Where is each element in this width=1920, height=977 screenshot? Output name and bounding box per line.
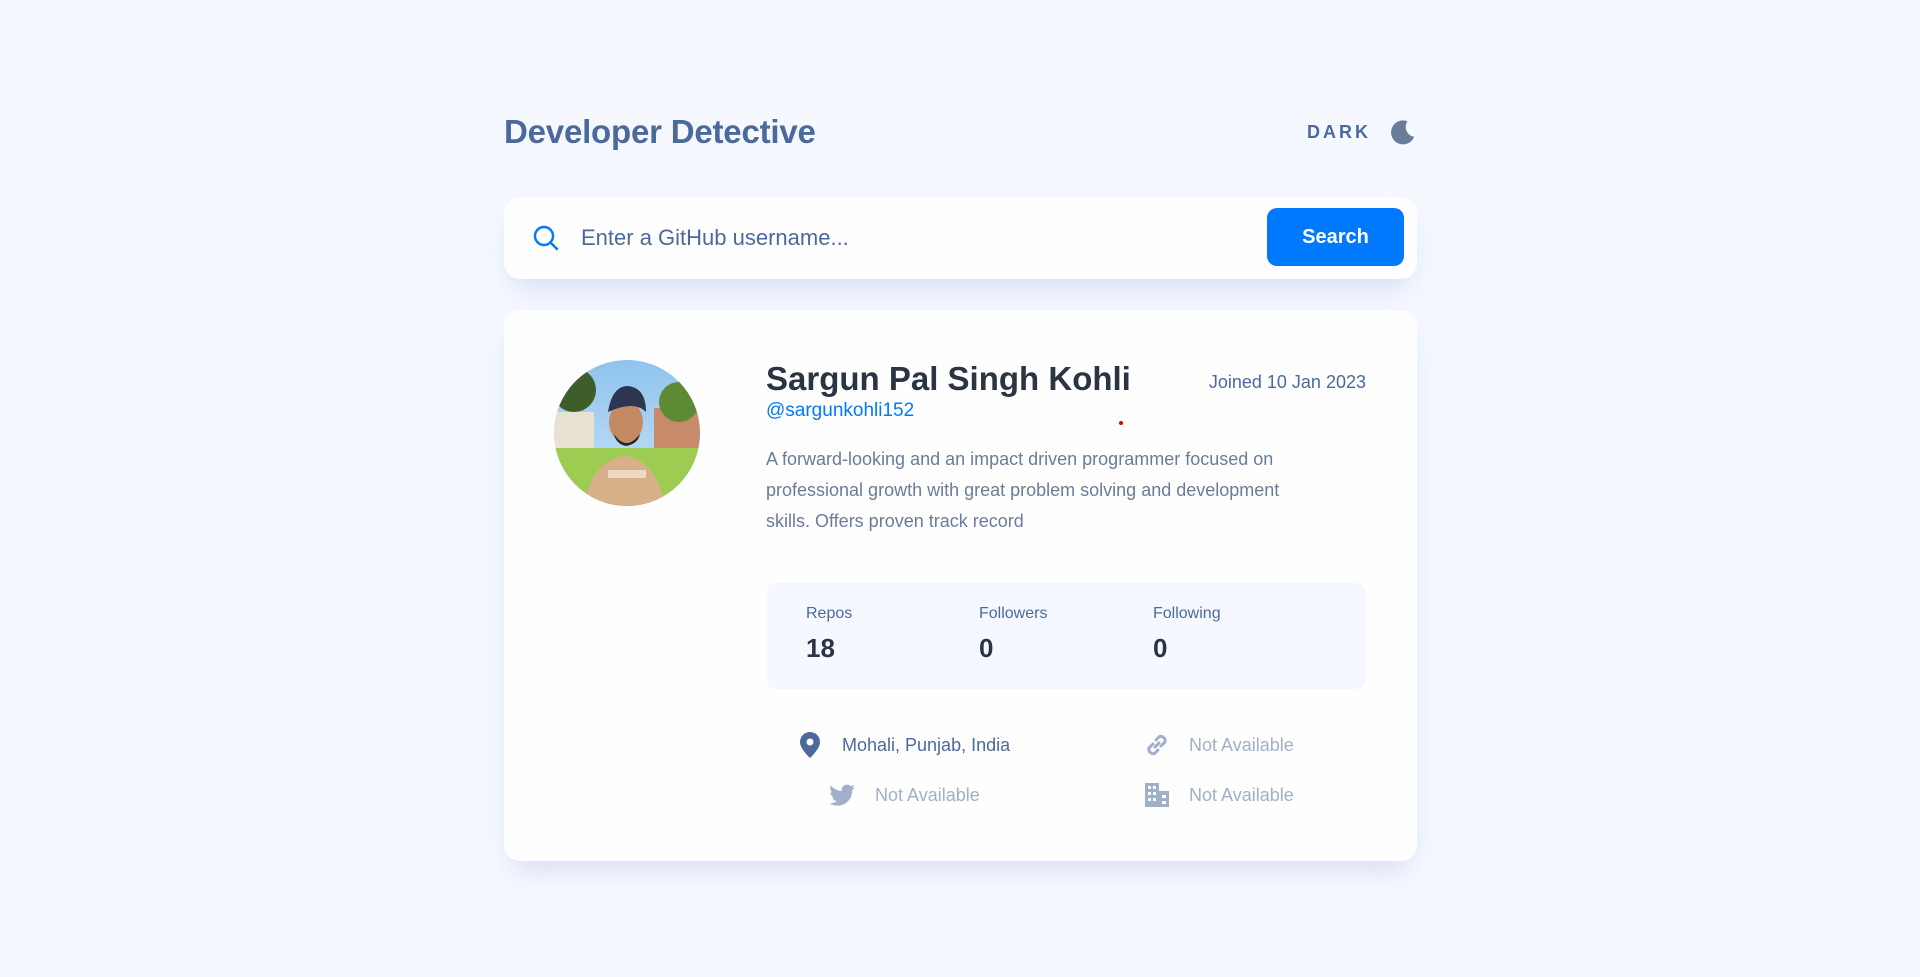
office-building-icon <box>1143 781 1171 809</box>
theme-toggle[interactable]: DARK <box>1307 118 1417 146</box>
profile-login-link[interactable]: @sargunkohli152 <box>766 400 1366 422</box>
stats-panel: Repos 18 Followers 0 Following 0 <box>766 583 1366 689</box>
search-input[interactable] <box>579 217 1223 259</box>
stat-repos-label: Repos <box>806 605 853 622</box>
avatar <box>554 360 700 506</box>
twitter-icon <box>829 781 857 809</box>
stat-followers-label: Followers <box>979 605 1048 622</box>
search-button[interactable]: Search <box>1267 208 1404 266</box>
app-title: Developer Detective <box>504 113 816 150</box>
header: Developer Detective DARK <box>504 100 1417 164</box>
location-pin-icon <box>796 731 824 759</box>
link-twitter[interactable]: Not Available <box>829 781 980 809</box>
website-text: Not Available <box>1189 734 1294 755</box>
search-icon <box>531 223 561 253</box>
profile-main: Sargun Pal Singh Kohli Joined 10 Jan 202… <box>766 360 1366 831</box>
stat-followers-value: 0 <box>979 633 994 663</box>
company-text: Not Available <box>1189 784 1294 805</box>
link-location: Mohali, Punjab, India <box>796 731 1010 759</box>
profile-bio: A forward-looking and an impact driven p… <box>766 449 1280 531</box>
link-website[interactable]: Not Available <box>1143 731 1294 759</box>
profile-card: Sargun Pal Singh Kohli Joined 10 Jan 202… <box>504 310 1417 861</box>
stat-following: Following 0 <box>1153 605 1221 664</box>
link-icon <box>1143 731 1171 759</box>
stat-followers: Followers 0 <box>979 605 1047 664</box>
stat-following-value: 0 <box>1153 633 1168 663</box>
moon-icon <box>1389 118 1417 146</box>
location-text: Mohali, Punjab, India <box>842 734 1011 755</box>
joined-date: Joined 10 Jan 2023 <box>1208 372 1366 392</box>
cursor-dot <box>1119 421 1123 425</box>
link-company: Not Available <box>1143 781 1294 809</box>
stat-repos: Repos 18 <box>806 605 852 664</box>
profile-links: Mohali, Punjab, India Not Available Not … <box>766 731 1366 831</box>
app-container: Developer Detective DARK Search <box>504 100 1417 861</box>
twitter-text: Not Available <box>875 784 980 805</box>
theme-toggle-label: DARK <box>1307 121 1371 142</box>
stat-following-label: Following <box>1153 605 1221 622</box>
stat-repos-value: 18 <box>806 633 835 663</box>
search-bar: Search <box>504 197 1417 279</box>
